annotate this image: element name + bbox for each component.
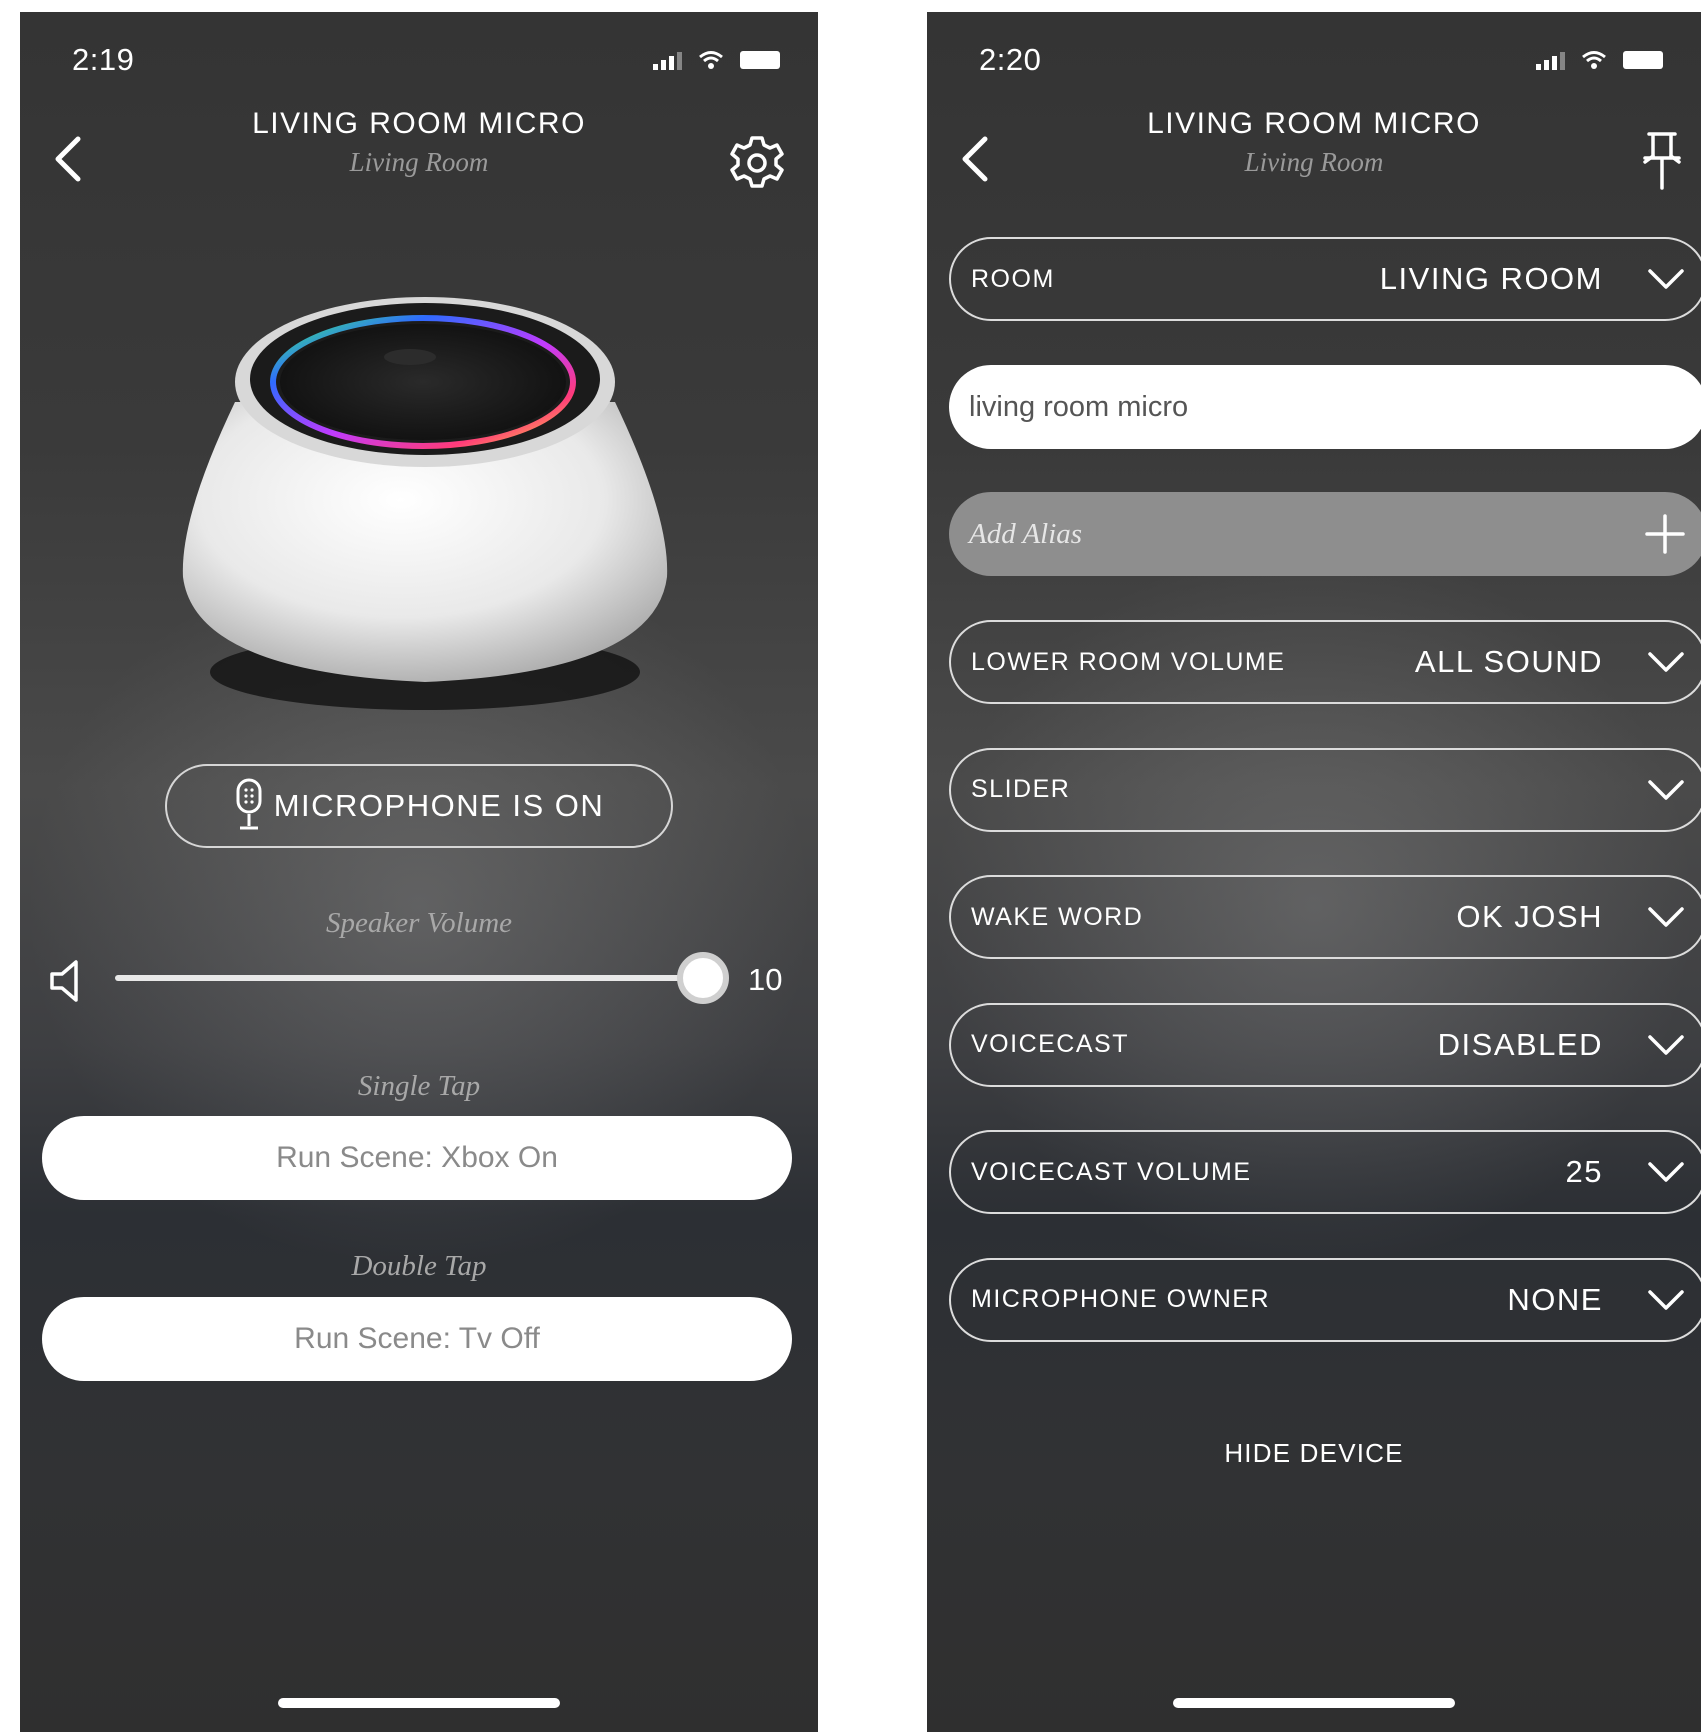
chevron-down-icon: [1648, 1289, 1684, 1310]
wifi-icon: [1582, 51, 1606, 69]
status-time: 2:19: [72, 42, 135, 77]
setting-row-voicecast-volume[interactable]: VOICECAST VOLUME 25: [949, 1130, 1701, 1214]
setting-row-slider[interactable]: SLIDER: [949, 747, 1701, 832]
setting-row-lower-room-volume[interactable]: LOWER ROOM VOLUME ALL SOUND: [949, 620, 1701, 704]
chevron-down-icon: [1648, 652, 1684, 672]
device-detail-screen: 2:19 LIVING ROOM MICRO Living Room MICRO…: [20, 12, 818, 1732]
volume-slider-thumb[interactable]: [677, 952, 729, 1004]
page-header: LIVING ROOM MICRO Living Room: [927, 107, 1701, 178]
hide-device-button[interactable]: HIDE DEVICE: [927, 1438, 1701, 1469]
room-value: LIVING ROOM: [1379, 261, 1603, 296]
chevron-down-icon: [1648, 779, 1684, 800]
setting-row-microphone-owner[interactable]: MICROPHONE OWNER NONE: [949, 1257, 1701, 1342]
setting-row-voicecast[interactable]: VOICECAST DISABLED: [949, 1002, 1701, 1087]
chevron-down-icon: [1648, 907, 1684, 927]
setting-value: ALL SOUND: [1414, 644, 1603, 679]
add-alias-placeholder: Add Alias: [969, 517, 1083, 550]
setting-label: WAKE WORD: [971, 902, 1144, 931]
single-tap-action-button[interactable]: Run Scene: Xbox On: [42, 1116, 792, 1200]
single-tap-label: Single Tap: [357, 1070, 481, 1102]
status-icons: [653, 50, 780, 70]
microphone-icon: [236, 778, 262, 830]
setting-label: LOWER ROOM VOLUME: [971, 647, 1286, 676]
setting-row-wake-word[interactable]: WAKE WORD OK JOSH: [949, 875, 1701, 959]
speaker-icon: [50, 960, 78, 1002]
speaker-volume-label: Speaker Volume: [325, 907, 513, 939]
page-header: LIVING ROOM MICRO Living Room: [20, 107, 818, 178]
page-title: LIVING ROOM MICRO: [252, 107, 586, 140]
setting-value: 25: [1565, 1154, 1603, 1189]
double-tap-action-button[interactable]: Run Scene: Tv Off: [42, 1297, 792, 1381]
double-tap-label: Double Tap: [351, 1250, 487, 1282]
device-image: [182, 297, 668, 710]
setting-label: VOICECAST: [971, 1030, 1129, 1058]
setting-label: VOICECAST VOLUME: [971, 1157, 1252, 1186]
setting-label: MICROPHONE OWNER: [971, 1285, 1270, 1313]
add-alias-field[interactable]: Add Alias: [949, 492, 1701, 576]
setting-label: SLIDER: [971, 775, 1071, 803]
setting-value: NONE: [1507, 1281, 1603, 1317]
status-icons: [1536, 50, 1663, 70]
gear-icon[interactable]: [728, 134, 786, 192]
status-time: 2:20: [979, 42, 1042, 77]
wifi-icon: [699, 51, 723, 69]
volume-slider-track[interactable]: [115, 975, 703, 981]
microphone-status-label: MICROPHONE IS ON: [273, 788, 605, 823]
plus-icon[interactable]: [1643, 512, 1687, 556]
device-settings-screen: 2:20 LIVING ROOM MICRO Living Room ROOM …: [927, 12, 1701, 1732]
device-name-value: living room micro: [969, 390, 1189, 423]
room-dropdown[interactable]: ROOM LIVING ROOM: [949, 237, 1701, 321]
cellular-signal-icon: [1536, 50, 1565, 70]
microphone-status-button[interactable]: MICROPHONE IS ON: [165, 764, 673, 848]
page-title: LIVING ROOM MICRO: [1147, 107, 1481, 140]
home-indicator: [278, 1698, 560, 1708]
chevron-down-icon: [1648, 269, 1684, 289]
chevron-down-icon: [1648, 1162, 1684, 1182]
volume-value: 10: [748, 962, 783, 997]
page-subtitle: Living Room: [349, 147, 489, 177]
battery-icon: [740, 51, 780, 69]
pin-icon[interactable]: [1639, 130, 1685, 192]
home-indicator: [1173, 1698, 1455, 1708]
setting-value: DISABLED: [1437, 1026, 1603, 1062]
chevron-down-icon: [1648, 1034, 1684, 1055]
setting-value: OK JOSH: [1456, 899, 1603, 934]
battery-icon: [1623, 51, 1663, 69]
device-name-field[interactable]: living room micro: [949, 365, 1701, 449]
cellular-signal-icon: [653, 50, 682, 70]
room-label: ROOM: [971, 264, 1055, 293]
page-subtitle: Living Room: [1244, 147, 1384, 177]
